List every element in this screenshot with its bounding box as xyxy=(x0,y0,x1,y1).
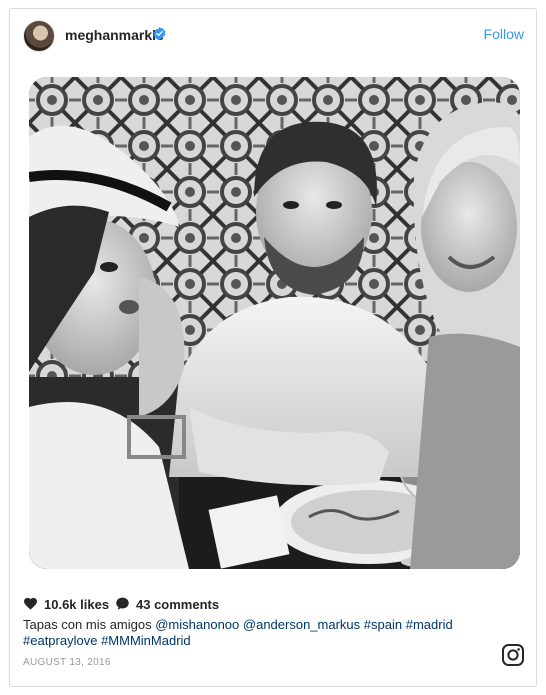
hashtag-link[interactable]: #MMMinMadrid xyxy=(101,633,191,648)
post-photo[interactable] xyxy=(29,77,520,569)
verified-badge-icon xyxy=(153,27,166,40)
heart-icon[interactable] xyxy=(23,596,38,610)
caption-text: Tapas con mis amigos xyxy=(23,617,156,632)
instagram-embed-card: meghanmarkle Follow 10.6k likes 43 comme… xyxy=(9,8,537,687)
username-link[interactable]: meghanmarkle xyxy=(65,27,164,43)
mention-link[interactable]: @anderson_markus xyxy=(243,617,360,632)
mention-link[interactable]: @mishanonoo xyxy=(155,617,239,632)
avatar[interactable] xyxy=(23,20,55,52)
post-header: meghanmarkle Follow xyxy=(10,9,536,61)
likes-count[interactable]: 10.6k likes xyxy=(44,597,109,612)
photo-illustration xyxy=(29,77,520,569)
post-date: AUGUST 13, 2016 xyxy=(23,657,111,668)
instagram-logo-icon[interactable] xyxy=(501,643,525,667)
hashtag-link[interactable]: #eatpraylove xyxy=(23,633,97,648)
comments-count[interactable]: 43 comments xyxy=(136,597,219,612)
post-actions: 10.6k likes 43 comments xyxy=(23,594,323,614)
post-caption: Tapas con mis amigos @mishanonoo @anders… xyxy=(23,617,463,649)
comment-icon[interactable] xyxy=(115,596,130,611)
follow-button[interactable]: Follow xyxy=(484,26,524,42)
hashtag-link[interactable]: #spain xyxy=(364,617,402,632)
hashtag-link[interactable]: #madrid xyxy=(406,617,453,632)
